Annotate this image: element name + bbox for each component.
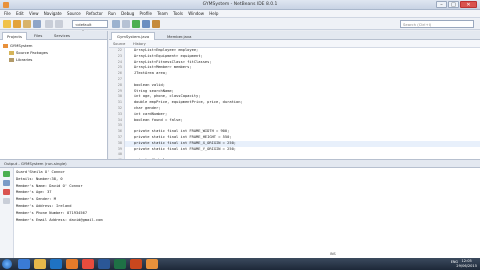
explorer-icon[interactable] <box>34 259 46 269</box>
window-title: GYMSystem - NetBeans IDE 8.0.1 <box>202 2 278 7</box>
new-project-icon[interactable] <box>13 20 21 28</box>
run-icon[interactable] <box>132 20 140 28</box>
netbeans-taskbar-icon[interactable] <box>146 259 158 269</box>
menu-tools[interactable]: Tools <box>173 10 183 18</box>
menu-source[interactable]: Source <box>67 10 81 18</box>
menu-bar: File Edit View Navigate Source Refactor … <box>0 10 480 18</box>
code-area[interactable]: ArrayList<Employee> employee; ArrayList<… <box>125 48 480 159</box>
tree-label: GYMSystem <box>10 43 33 48</box>
tab-projects[interactable]: Projects <box>2 32 27 40</box>
tab-files[interactable]: Files <box>30 32 46 40</box>
stop-icon[interactable] <box>3 189 10 195</box>
profile-icon[interactable] <box>152 20 160 28</box>
menu-edit[interactable]: Edit <box>16 10 24 18</box>
build-icon[interactable] <box>112 20 120 28</box>
output-line: Details: Number:38, 0 <box>16 176 63 181</box>
output-line: Member's Address: Ireland <box>16 203 72 208</box>
output-panel: Output - GYMSystem (run-single) Guard'Sh… <box>0 159 480 259</box>
clock-date: 29/06/2015 <box>456 264 477 268</box>
clear-output-icon[interactable] <box>3 198 10 204</box>
rerun-config-icon[interactable] <box>3 180 10 186</box>
tree-item-libraries[interactable]: Libraries <box>3 56 104 63</box>
excel-icon[interactable] <box>114 259 126 269</box>
output-title: Output - GYMSystem (run-single) <box>0 160 480 168</box>
tab-member-java[interactable]: Member.java <box>161 32 197 40</box>
chrome-icon[interactable] <box>82 259 94 269</box>
word-icon[interactable] <box>98 259 110 269</box>
tab-services[interactable]: Services <box>50 32 74 40</box>
windows-taskbar: ENG 12:05 29/06/2015 <box>0 258 480 270</box>
menu-view[interactable]: View <box>29 10 39 18</box>
output-line: Member's Email Address: david@gmail.com <box>16 217 103 222</box>
menu-profile[interactable]: Profile <box>140 10 152 18</box>
history-view-button[interactable]: History <box>133 41 146 47</box>
menu-navigate[interactable]: Navigate <box>44 10 62 18</box>
clean-build-icon[interactable] <box>122 20 130 28</box>
menu-window[interactable]: Window <box>188 10 204 18</box>
tab-gymsystem-java[interactable]: GymSystem.java <box>111 32 156 40</box>
source-view-button[interactable]: Source <box>113 41 125 47</box>
undo-icon[interactable] <box>45 20 53 28</box>
tree-item-source-packages[interactable]: Source Packages <box>3 49 104 56</box>
search-input[interactable]: Search (Ctrl+I) <box>400 20 474 28</box>
config-select[interactable]: <default config> <box>72 20 108 34</box>
menu-help[interactable]: Help <box>209 10 218 18</box>
editor-toolbar: Source History <box>109 40 480 48</box>
media-player-icon[interactable] <box>66 259 78 269</box>
menu-refactor[interactable]: Refactor <box>86 10 103 18</box>
menu-team[interactable]: Team <box>157 10 168 18</box>
redo-icon[interactable] <box>55 20 63 28</box>
title-bar: GYMSystem - NetBeans IDE 8.0.1 – □ ✕ <box>0 0 480 10</box>
tree-item-project[interactable]: GYMSystem <box>3 42 104 49</box>
save-all-icon[interactable] <box>33 20 41 28</box>
rerun-icon[interactable] <box>3 171 10 177</box>
new-file-icon[interactable] <box>3 20 11 28</box>
clock[interactable]: 12:05 29/06/2015 <box>456 259 477 269</box>
debug-icon[interactable] <box>142 20 150 28</box>
powerpoint-icon[interactable] <box>130 259 142 269</box>
output-line: Member's Name: David O' Connor <box>16 183 83 188</box>
output-line: Member's Gender: M <box>16 197 56 202</box>
package-folder-icon <box>9 51 14 55</box>
hp-icon[interactable] <box>50 259 62 269</box>
output-line: Member's Age: 37 <box>16 190 52 195</box>
menu-run[interactable]: Run <box>108 10 116 18</box>
minimize-button[interactable]: – <box>436 1 447 8</box>
maximize-button[interactable]: □ <box>448 1 459 8</box>
output-line: Guard'Sheila O' Connor <box>16 170 65 174</box>
menu-file[interactable]: File <box>4 10 11 18</box>
projects-tabs: Projects Files Services <box>0 31 107 40</box>
projects-panel: Projects Files Services GYMSystem Source… <box>0 31 108 159</box>
ie-icon[interactable] <box>18 259 30 269</box>
libraries-icon <box>9 58 14 62</box>
start-button[interactable] <box>2 259 12 269</box>
output-side-toolbar <box>0 168 14 259</box>
code-editor: GymSystem.java Member.java Source Histor… <box>109 31 480 180</box>
project-icon <box>3 44 8 48</box>
tree-label: Libraries <box>16 57 33 62</box>
line-number-gutter: 2223242526272829303132333435363738394041… <box>109 48 125 180</box>
netbeans-window: GYMSystem - NetBeans IDE 8.0.1 – □ ✕ Fil… <box>0 0 480 270</box>
output-text[interactable]: Guard'Sheila O' Connor Details: Number:38… <box>16 169 476 223</box>
tree-label: Source Packages <box>16 50 48 55</box>
open-project-icon[interactable] <box>23 20 31 28</box>
project-tree: GYMSystem Source Packages Libraries <box>0 40 107 65</box>
output-line: Member's Phone Number: 871934567 <box>16 210 88 215</box>
editor-tabs: GymSystem.java Member.java <box>109 31 480 40</box>
status-insert-mode: INS <box>330 252 336 256</box>
main-toolbar: <default config> Search (Ctrl+I) <box>0 18 480 34</box>
close-button[interactable]: ✕ <box>460 1 477 8</box>
menu-debug[interactable]: Debug <box>121 10 134 18</box>
